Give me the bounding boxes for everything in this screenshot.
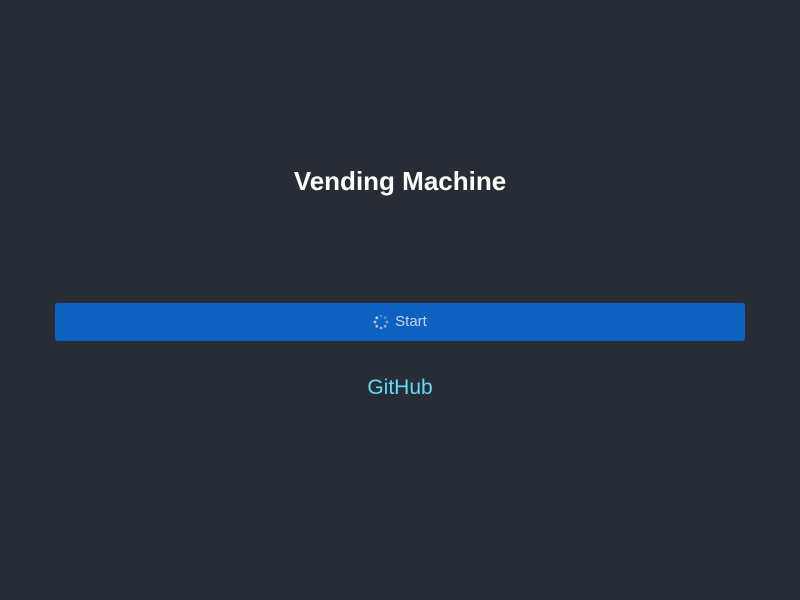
page-title: Vending Machine — [293, 166, 507, 196]
loading-spinner-icon — [373, 314, 389, 330]
start-button-label: Start — [395, 313, 427, 330]
github-link[interactable]: GitHub — [0, 375, 800, 401]
app-root: Vending Machine Start GitHub — [0, 0, 800, 600]
start-button[interactable]: Start — [55, 303, 745, 341]
